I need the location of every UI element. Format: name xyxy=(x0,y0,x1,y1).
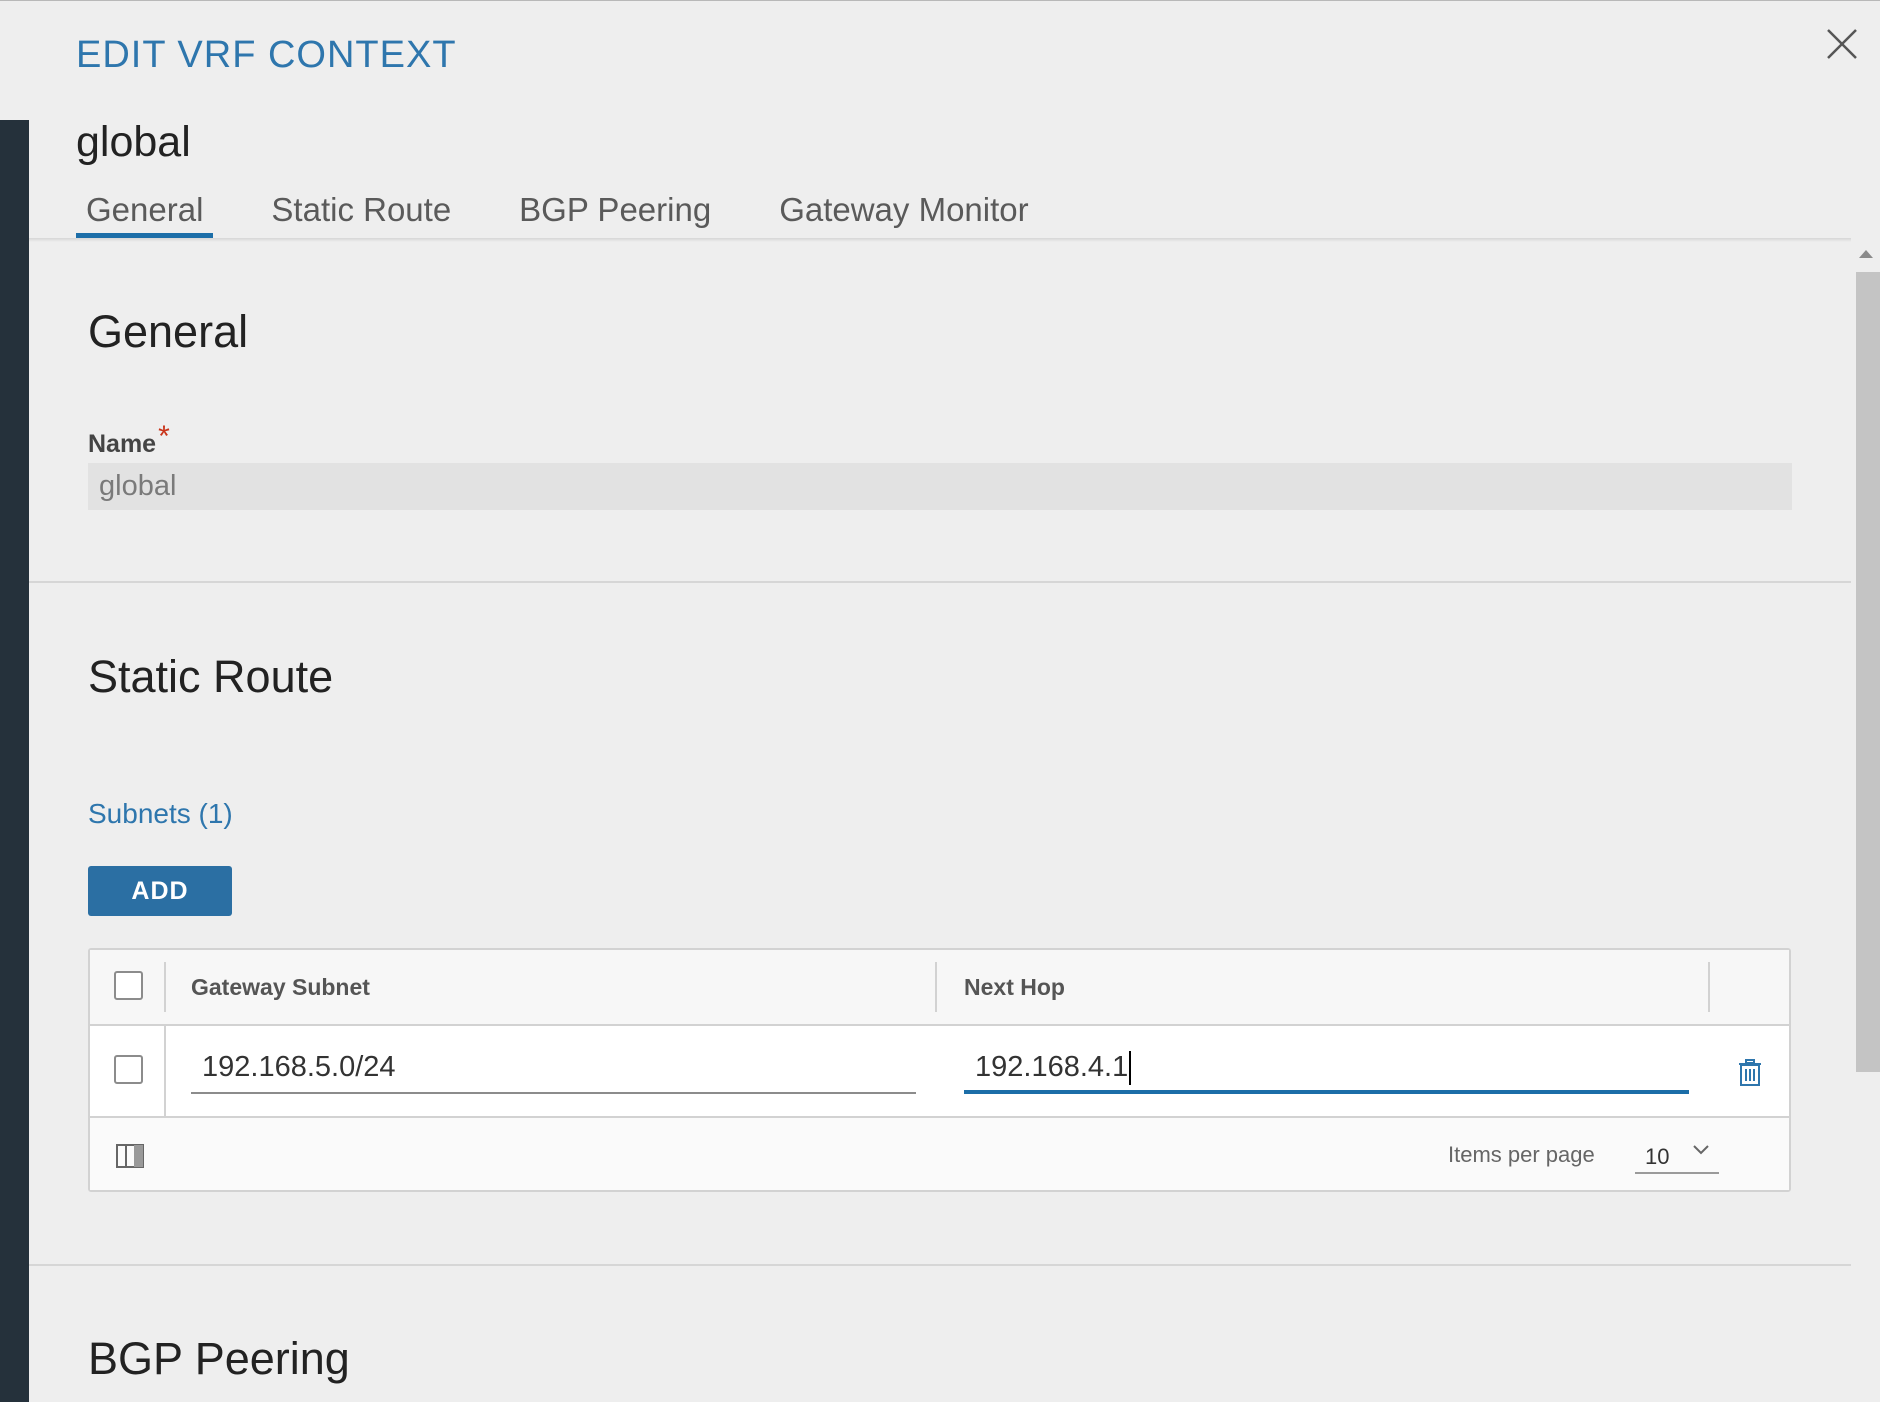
row-select-checkbox[interactable] xyxy=(114,1055,143,1084)
subnets-count-label: Subnets (1) xyxy=(88,798,233,829)
tab-static-route[interactable]: Static Route xyxy=(261,188,461,238)
trash-icon xyxy=(1739,1059,1761,1086)
scrollbar-thumb[interactable] xyxy=(1856,272,1880,1072)
datagrid-footer: Items per page 10 xyxy=(90,1118,1789,1190)
name-field-label: Name* xyxy=(88,420,170,460)
subnets-datagrid: Gateway Subnet Next Hop 192.168.5.0/24 1… xyxy=(88,948,1791,1192)
text-cursor xyxy=(1129,1051,1132,1086)
tab-bgp-peering[interactable]: BGP Peering xyxy=(509,188,721,238)
name-field[interactable]: global xyxy=(88,463,1792,510)
next-hop-input[interactable]: 192.168.4.1 xyxy=(964,1040,1689,1094)
add-subnet-button[interactable]: ADD xyxy=(88,866,232,916)
items-per-page-label: Items per page xyxy=(1448,1142,1595,1167)
columns-icon xyxy=(116,1144,144,1168)
required-asterisk: * xyxy=(158,420,170,453)
datagrid-header: Gateway Subnet Next Hop xyxy=(90,950,1789,1026)
header-divider xyxy=(29,238,1851,242)
tab-gateway-monitor[interactable]: Gateway Monitor xyxy=(769,188,1038,238)
column-separator[interactable] xyxy=(1708,962,1710,1012)
left-navigation-rail xyxy=(0,120,29,1402)
items-per-page-select[interactable]: 10 xyxy=(1635,1138,1719,1174)
chevron-down-icon xyxy=(1693,1145,1709,1155)
next-hop-value: 192.168.4.1 xyxy=(975,1051,1129,1083)
bgp-peering-section-title: BGP Peering xyxy=(88,1333,350,1384)
section-divider xyxy=(29,581,1851,583)
name-label-text: Name xyxy=(88,430,157,458)
close-icon xyxy=(1827,29,1857,59)
tab-bar: General Static Route BGP Peering Gateway… xyxy=(76,188,1087,240)
delete-row-button[interactable] xyxy=(1738,1059,1762,1087)
column-header-next-hop[interactable]: Next Hop xyxy=(964,974,1065,1001)
top-border xyxy=(0,0,1880,1)
items-per-page-value: 10 xyxy=(1645,1144,1670,1169)
column-separator[interactable] xyxy=(935,962,937,1012)
static-route-section-title: Static Route xyxy=(88,651,334,702)
column-header-gateway-subnet[interactable]: Gateway Subnet xyxy=(191,974,370,1001)
close-button[interactable] xyxy=(1824,26,1860,62)
column-separator xyxy=(164,962,166,1012)
dialog-title: EDIT VRF CONTEXT xyxy=(76,34,457,76)
scroll-up-arrow-icon[interactable] xyxy=(1859,250,1873,258)
gateway-subnet-input[interactable]: 192.168.5.0/24 xyxy=(191,1040,916,1094)
tab-general[interactable]: General xyxy=(76,188,214,238)
general-section-title: General xyxy=(88,306,249,357)
section-divider xyxy=(29,1264,1851,1266)
select-all-checkbox[interactable] xyxy=(114,971,143,1000)
table-row: 192.168.5.0/24 192.168.4.1 xyxy=(90,1026,1789,1118)
vrf-name-heading: global xyxy=(76,118,191,166)
column-separator xyxy=(164,1026,166,1116)
column-toggle-button[interactable] xyxy=(116,1144,144,1168)
